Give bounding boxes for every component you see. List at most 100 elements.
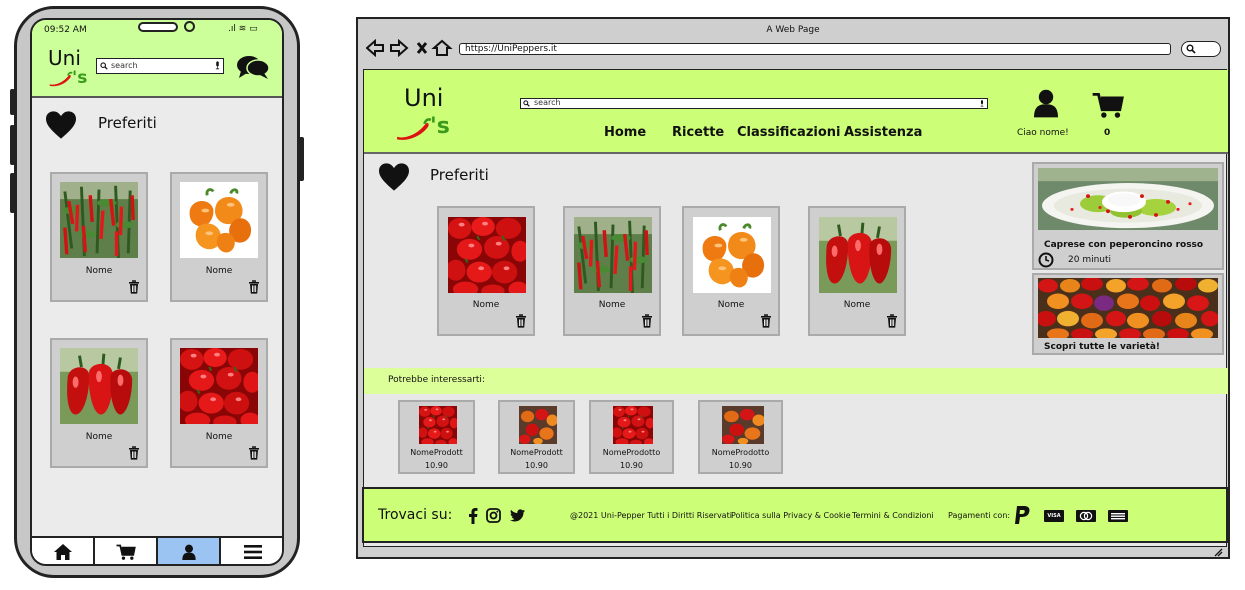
product-image (519, 406, 557, 444)
facebook-icon[interactable] (468, 508, 478, 524)
trash-icon[interactable] (128, 280, 140, 294)
favorite-card[interactable]: Nome (563, 206, 661, 336)
user-greeting[interactable]: Ciao nome! (1017, 128, 1069, 138)
status-time: 09:52 AM (44, 25, 87, 35)
logo-text-top: Uni (404, 84, 444, 112)
status-icons: .ıl ≋ ▭ (228, 24, 258, 34)
phone-camera (184, 21, 195, 32)
suggestion-card[interactable]: NomeProdott 10.90 (498, 400, 575, 474)
site-search-input[interactable]: search (520, 98, 988, 109)
stop-icon[interactable] (416, 42, 428, 54)
nav-link-classificazioni[interactable]: Classificazioni (737, 125, 840, 140)
suggestions-title: Potrebbe interessarti: (388, 375, 485, 385)
pepper-image (819, 217, 897, 293)
web-page: Uni 's search Home Ricette Classificazio… (362, 69, 1228, 547)
product-name: Nome (717, 300, 745, 310)
cart-icon[interactable] (1092, 92, 1124, 118)
phone-side-button (299, 137, 304, 181)
suggestion-card[interactable]: NomeProdotto 10.90 (698, 400, 783, 474)
user-icon[interactable] (1034, 88, 1058, 118)
product-image (419, 406, 457, 444)
forward-icon[interactable] (390, 39, 409, 57)
paypal-icon (1015, 506, 1030, 524)
amex-icon (1108, 510, 1128, 522)
twitter-icon[interactable] (510, 509, 525, 522)
varieties-card[interactable]: Scopri tutte le varietà! (1032, 273, 1224, 355)
trash-icon[interactable] (515, 314, 527, 328)
phone-logo[interactable]: Uni 's (48, 46, 88, 92)
recipe-time: 20 minuti (1068, 255, 1112, 265)
instagram-icon[interactable] (486, 508, 501, 523)
cart-count: 0 (1104, 128, 1111, 138)
clock-icon (1038, 252, 1054, 268)
site-footer: Trovaci su: @2021 Uni-Pepper Tutti i Dir… (362, 487, 1228, 543)
pepper-image (693, 217, 771, 293)
trash-icon[interactable] (760, 314, 772, 328)
favorite-card[interactable]: Nome (682, 206, 780, 336)
browser-controls (366, 39, 453, 57)
product-name: Nome (843, 300, 871, 310)
chat-icon[interactable] (236, 54, 270, 80)
product-name: Nome (472, 300, 500, 310)
trash-icon[interactable] (248, 280, 260, 294)
product-name: Nome (85, 432, 113, 442)
phone-screen: 09:52 AM .ıl ≋ ▭ Uni 's search Preferiti… (30, 18, 284, 566)
search-placeholder: search (534, 98, 561, 107)
recipe-card[interactable]: Caprese con peperoncino rosso 20 minuti (1032, 162, 1224, 270)
copyright-text: @2021 Uni-Pepper Tutti i Diritti Riserva… (570, 511, 732, 520)
browser-search-button[interactable] (1181, 41, 1221, 57)
product-name: NomeProdotto (602, 448, 661, 457)
product-name: NomeProdott (410, 448, 463, 457)
nav-link-ricette[interactable]: Ricette (672, 125, 724, 140)
page-title: Preferiti (430, 166, 489, 184)
nav-menu[interactable] (221, 538, 282, 564)
nav-cart[interactable] (95, 538, 158, 564)
search-icon (523, 100, 530, 107)
menu-icon (243, 545, 262, 559)
favorite-card[interactable]: Nome (170, 172, 268, 302)
favorite-card[interactable]: Nome (808, 206, 906, 336)
product-name: NomeProdott (510, 448, 563, 457)
product-price: 10.90 (620, 461, 643, 470)
home-icon (53, 544, 72, 560)
phone-side-button (10, 125, 15, 165)
nav-profile[interactable] (158, 538, 221, 564)
suggestion-card[interactable]: NomeProdotto 10.90 (589, 400, 674, 474)
nav-home[interactable] (32, 538, 95, 564)
suggestion-card[interactable]: NomeProdott 10.90 (398, 400, 475, 474)
product-name: Nome (205, 432, 233, 442)
suggestions-band: Potrebbe interessarti: (364, 368, 1228, 394)
chili-logo-icon (394, 116, 434, 142)
pepper-image (180, 182, 258, 258)
nav-link-assistenza[interactable]: Assistenza (844, 125, 922, 140)
microphone-icon (980, 100, 984, 107)
product-image (722, 406, 764, 444)
bottom-nav (32, 536, 282, 564)
terms-link[interactable]: Termini & Condizioni (852, 511, 934, 520)
product-price: 10.90 (425, 461, 448, 470)
favorite-card[interactable]: Nome (170, 338, 268, 468)
url-bar[interactable]: https://UniPeppers.it (459, 43, 1171, 55)
trash-icon[interactable] (128, 446, 140, 460)
pepper-image (60, 348, 138, 424)
search-placeholder: search (111, 61, 138, 70)
favorite-card[interactable]: Nome (50, 338, 148, 468)
resize-grip-icon[interactable] (1213, 547, 1223, 557)
trash-icon[interactable] (886, 314, 898, 328)
favorite-card[interactable]: Nome (50, 172, 148, 302)
phone-search-input[interactable]: search (96, 58, 224, 74)
trash-icon[interactable] (641, 314, 653, 328)
site-logo[interactable]: Uni 's (394, 84, 454, 144)
microphone-icon (215, 61, 220, 70)
favorite-card[interactable]: Nome (437, 206, 535, 336)
mastercard-icon (1076, 510, 1096, 522)
heart-icon (44, 110, 78, 140)
varieties-image (1038, 278, 1218, 338)
back-icon[interactable] (366, 39, 384, 57)
logo-text-bottom: 's (72, 68, 88, 88)
trash-icon[interactable] (248, 446, 260, 460)
home-browser-icon[interactable] (431, 39, 453, 56)
privacy-link[interactable]: Politica sulla Privacy & Cookie (731, 511, 851, 520)
product-price: 10.90 (525, 461, 548, 470)
nav-link-home[interactable]: Home (604, 125, 646, 140)
